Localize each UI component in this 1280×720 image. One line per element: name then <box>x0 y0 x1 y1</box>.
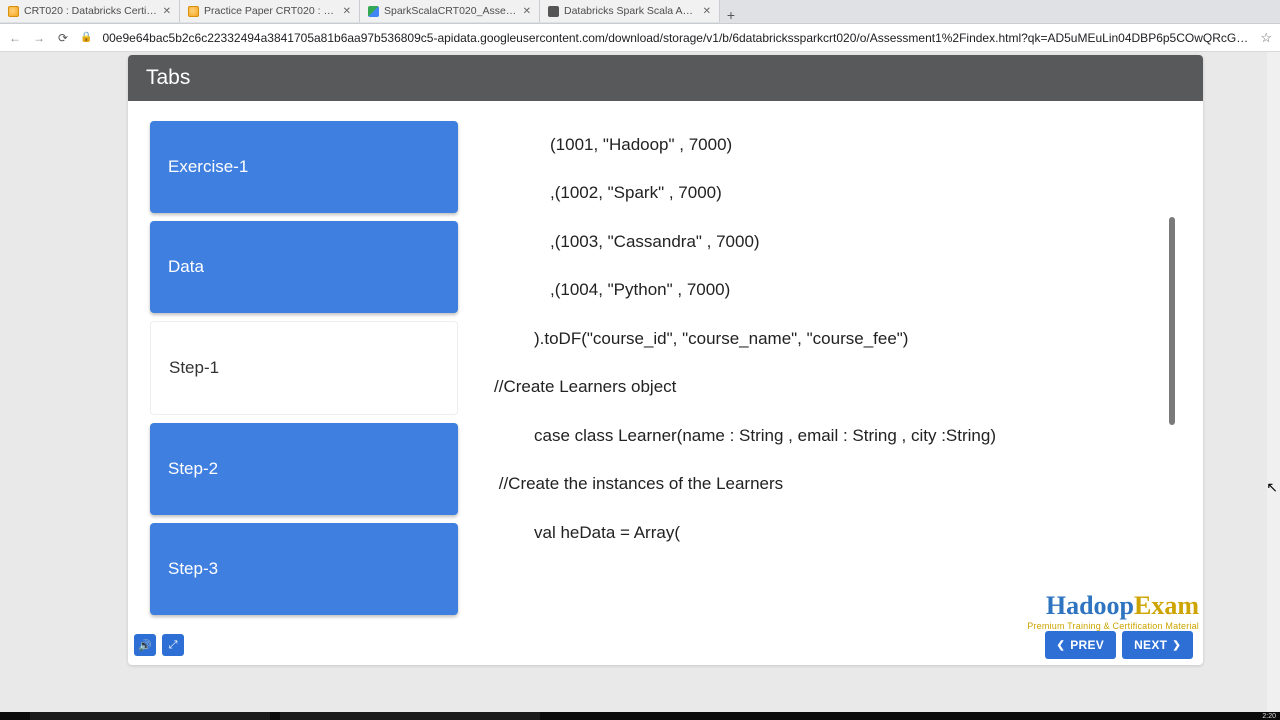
favicon <box>548 6 559 17</box>
tab-data[interactable]: Data <box>150 221 458 313</box>
card-title: Tabs <box>128 55 1203 101</box>
chevron-left-icon: ❮ <box>1057 640 1066 651</box>
tab-step-1[interactable]: Step-1 <box>150 321 458 415</box>
chevron-right-icon: ❯ <box>1172 640 1181 651</box>
forward-icon: → <box>32 31 46 45</box>
tab-title: Practice Paper CRT020 : Databri <box>204 5 338 17</box>
code-line: //Create Learners object <box>494 363 1155 411</box>
vertical-tab-list: Exercise-1DataStep-1Step-2Step-3 <box>150 121 458 621</box>
next-label: NEXT <box>1134 638 1167 652</box>
page-vertical-scrollbar[interactable] <box>1267 52 1280 712</box>
tab-exercise-1[interactable]: Exercise-1 <box>150 121 458 213</box>
code-line: ,(1004, "Python" , 7000) <box>494 266 1155 314</box>
code-line: ).toDF("course_id", "course_name", "cour… <box>494 315 1155 363</box>
browser-tab-strip: CRT020 : Databricks Certified As✕Practic… <box>0 0 1280 24</box>
reload-icon[interactable]: ⟳ <box>56 31 70 45</box>
mute-button[interactable]: 🔊 <box>134 634 156 656</box>
close-icon[interactable]: ✕ <box>163 6 171 17</box>
tab-step-2[interactable]: Step-2 <box>150 423 458 515</box>
favicon <box>188 6 199 17</box>
lock-icon: 🔒 <box>80 32 92 43</box>
browser-tab[interactable]: Databricks Spark Scala Assessme ✕ <box>540 0 720 22</box>
content-scrollbar-track[interactable] <box>1169 217 1175 529</box>
expand-icon: ⤢ <box>169 639 178 652</box>
code-block: (1001, "Hadoop" , 7000),(1002, "Spark" ,… <box>458 121 1181 621</box>
brand-word-2: Exam <box>1134 591 1199 620</box>
next-button[interactable]: NEXT ❯ <box>1122 631 1193 659</box>
code-line: ,(1002, "Spark" , 7000) <box>494 169 1155 217</box>
code-line: //Create the instances of the Learners <box>494 460 1155 508</box>
speaker-icon: 🔊 <box>138 639 152 652</box>
browser-tab[interactable]: CRT020 : Databricks Certified As ✕ <box>0 0 180 22</box>
browser-tab[interactable]: Practice Paper CRT020 : Databri ✕ <box>180 0 360 22</box>
close-icon[interactable]: ✕ <box>343 6 351 17</box>
prev-button[interactable]: ❮ PREV <box>1045 631 1117 659</box>
favicon <box>8 6 19 17</box>
back-icon[interactable]: ← <box>8 31 22 45</box>
tab-content: (1001, "Hadoop" , 7000),(1002, "Spark" ,… <box>458 121 1181 621</box>
code-line: ,(1003, "Cassandra" , 7000) <box>494 218 1155 266</box>
taskbar-clock: 2:20 <box>1262 712 1276 720</box>
close-icon[interactable]: ✕ <box>703 6 711 17</box>
favicon <box>368 6 379 17</box>
tab-title: Databricks Spark Scala Assessme <box>564 5 698 17</box>
brand-word-1: Hadoop <box>1046 591 1134 620</box>
tabs-card: Tabs Exercise-1DataStep-1Step-2Step-3 (1… <box>128 55 1203 665</box>
tab-title: CRT020 : Databricks Certified As <box>24 5 158 17</box>
url-text[interactable]: 00e9e64bac5b2c6c22332494a3841705a81b6aa9… <box>102 31 1250 45</box>
tab-step-3[interactable]: Step-3 <box>150 523 458 615</box>
browser-tab[interactable]: SparkScalaCRT020_Assessment_1 ✕ <box>360 0 540 22</box>
fullscreen-button[interactable]: ⤢ <box>162 634 184 656</box>
close-icon[interactable]: ✕ <box>523 6 531 17</box>
prev-label: PREV <box>1070 638 1104 652</box>
code-line: case class Learner(name : String , email… <box>494 412 1155 460</box>
content-scrollbar-thumb[interactable] <box>1169 217 1175 425</box>
windows-taskbar[interactable]: 2:20 <box>0 712 1280 720</box>
new-tab-button[interactable]: + <box>720 7 742 23</box>
tab-title: SparkScalaCRT020_Assessment_1 <box>384 5 518 17</box>
bookmark-star-icon[interactable]: ☆ <box>1260 30 1272 46</box>
code-line: val heData = Array( <box>494 509 1155 557</box>
code-line: (1001, "Hadoop" , 7000) <box>494 121 1155 169</box>
brand-subtitle: Premium Training & Certification Materia… <box>1027 621 1199 631</box>
brand-watermark: HadoopExam Premium Training & Certificat… <box>1027 591 1199 631</box>
page-viewport: Tabs Exercise-1DataStep-1Step-2Step-3 (1… <box>0 52 1280 712</box>
address-bar: ← → ⟳ 🔒 00e9e64bac5b2c6c22332494a3841705… <box>0 24 1280 52</box>
